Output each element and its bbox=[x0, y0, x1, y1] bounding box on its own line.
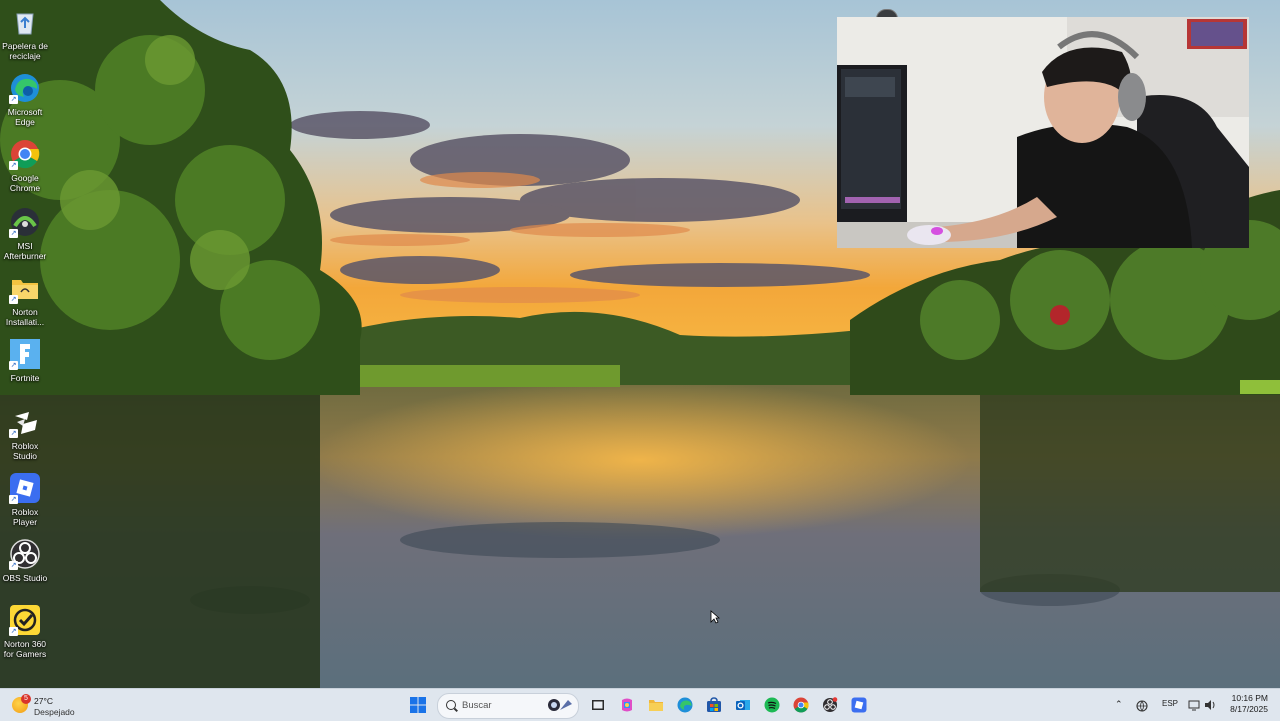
obs-button[interactable] bbox=[817, 692, 843, 718]
shortcut-arrow-icon: ↗ bbox=[9, 561, 18, 570]
search-icon bbox=[446, 700, 456, 710]
display-icon[interactable] bbox=[1188, 699, 1200, 711]
webcam-overlay bbox=[837, 17, 1249, 248]
file-explorer-icon bbox=[649, 700, 663, 711]
roblox-player-icon: ↗ bbox=[9, 472, 41, 504]
norton-icon: ↗ bbox=[9, 604, 41, 636]
desktop-icon-label: Papelera de reciclaje bbox=[2, 41, 48, 61]
task-view-button[interactable] bbox=[585, 692, 611, 718]
desktop-icon-label: Roblox Studio bbox=[11, 441, 39, 461]
desktop-icon-label: OBS Studio bbox=[2, 573, 48, 583]
search-placeholder: Buscar bbox=[462, 700, 492, 711]
shortcut-arrow-icon: ↗ bbox=[9, 229, 18, 238]
copilot-button[interactable] bbox=[614, 692, 640, 718]
copilot-icon bbox=[622, 698, 632, 712]
weather-widget[interactable]: 5 27°C Despejado bbox=[10, 692, 100, 718]
afterburner-icon: ↗ bbox=[9, 206, 41, 238]
desktop-icon-edge[interactable]: ↗ Microsoft Edge bbox=[0, 72, 50, 127]
desktop-icon-roblox-player[interactable]: ↗ Roblox Player bbox=[0, 472, 50, 527]
search-highlight-icon bbox=[548, 699, 572, 711]
clock-time: 10:16 PM bbox=[1231, 693, 1268, 703]
taskbar-search[interactable]: Buscar bbox=[437, 693, 579, 719]
edge-icon: ↗ bbox=[9, 72, 41, 104]
roblox-button[interactable] bbox=[846, 692, 872, 718]
folder-icon: ↗ bbox=[9, 272, 41, 304]
network-status-icon[interactable] bbox=[1136, 700, 1148, 712]
desktop-icon-label: MSI Afterburner bbox=[3, 241, 47, 261]
shortcut-arrow-icon: ↗ bbox=[9, 429, 18, 438]
desktop-icon-label: Norton 360 for Gamers bbox=[3, 639, 47, 659]
outlook-button[interactable] bbox=[730, 692, 756, 718]
task-view-icon bbox=[592, 700, 604, 710]
system-tray: ⌃ ESP 10:16 PM 8/17/2025 bbox=[1110, 689, 1280, 721]
clock-date: 8/17/2025 bbox=[1230, 704, 1268, 714]
taskbar: 5 27°C Despejado Buscar ⌃ ESP 10:16 PM 8… bbox=[0, 688, 1280, 721]
outlook-icon bbox=[736, 700, 750, 710]
shortcut-arrow-icon: ↗ bbox=[9, 495, 18, 504]
edge-button[interactable] bbox=[672, 692, 698, 718]
desktop-icon-chrome[interactable]: ↗ Google Chrome bbox=[0, 138, 50, 193]
shortcut-arrow-icon: ↗ bbox=[9, 95, 18, 104]
edge-icon bbox=[677, 697, 693, 713]
chrome-icon bbox=[793, 697, 809, 713]
desktop-icon-label: Norton Installati... bbox=[5, 307, 45, 327]
desktop-icon-recycle-bin[interactable]: Papelera de reciclaje bbox=[0, 6, 50, 61]
clock[interactable]: 10:16 PM 8/17/2025 bbox=[1230, 693, 1268, 715]
windows-start-icon bbox=[410, 697, 426, 713]
desktop-icon-label: Fortnite bbox=[10, 373, 40, 383]
shortcut-arrow-icon: ↗ bbox=[9, 295, 18, 304]
obs-icon bbox=[823, 697, 838, 712]
desktop-icon-fortnite[interactable]: ↗ Fortnite bbox=[0, 338, 50, 383]
desktop-icon-norton-installation[interactable]: ↗ Norton Installati... bbox=[0, 272, 50, 327]
desktop-icon-label: Roblox Player bbox=[11, 507, 39, 527]
fortnite-icon: ↗ bbox=[9, 338, 41, 370]
roblox-icon bbox=[851, 697, 867, 713]
show-hidden-icons-chevron-icon[interactable]: ⌃ bbox=[1115, 699, 1123, 710]
shortcut-arrow-icon: ↗ bbox=[9, 161, 18, 170]
start-button[interactable] bbox=[405, 692, 431, 718]
obs-icon: ↗ bbox=[9, 538, 41, 570]
desktop-icon-label: Microsoft Edge bbox=[7, 107, 43, 127]
desktop-icon-roblox-studio[interactable]: ↗ Roblox Studio bbox=[0, 406, 50, 461]
shortcut-arrow-icon: ↗ bbox=[9, 627, 18, 636]
file-explorer-button[interactable] bbox=[643, 692, 669, 718]
notification-badge: 5 bbox=[21, 694, 31, 704]
chrome-button[interactable] bbox=[788, 692, 814, 718]
spotify-button[interactable] bbox=[759, 692, 785, 718]
desktop-icon-obs-studio[interactable]: ↗ OBS Studio bbox=[0, 538, 50, 583]
recycle-bin-icon bbox=[9, 6, 41, 38]
store-icon bbox=[707, 697, 721, 712]
weather-temperature: 27°C bbox=[34, 696, 53, 706]
chrome-icon: ↗ bbox=[9, 138, 41, 170]
weather-condition: Despejado bbox=[34, 707, 75, 717]
roblox-studio-icon: ↗ bbox=[9, 406, 41, 438]
language-indicator[interactable]: ESP bbox=[1162, 699, 1178, 708]
store-button[interactable] bbox=[701, 692, 727, 718]
desktop-icon-label: Google Chrome bbox=[9, 173, 41, 193]
mouse-cursor-icon bbox=[710, 610, 721, 624]
volume-icon[interactable] bbox=[1204, 699, 1216, 711]
shortcut-arrow-icon: ↗ bbox=[9, 361, 18, 370]
spotify-icon bbox=[764, 697, 780, 713]
desktop-icon-norton-360[interactable]: ↗ Norton 360 for Gamers bbox=[0, 604, 50, 659]
desktop-icon-msi-afterburner[interactable]: ↗ MSI Afterburner bbox=[0, 206, 50, 261]
